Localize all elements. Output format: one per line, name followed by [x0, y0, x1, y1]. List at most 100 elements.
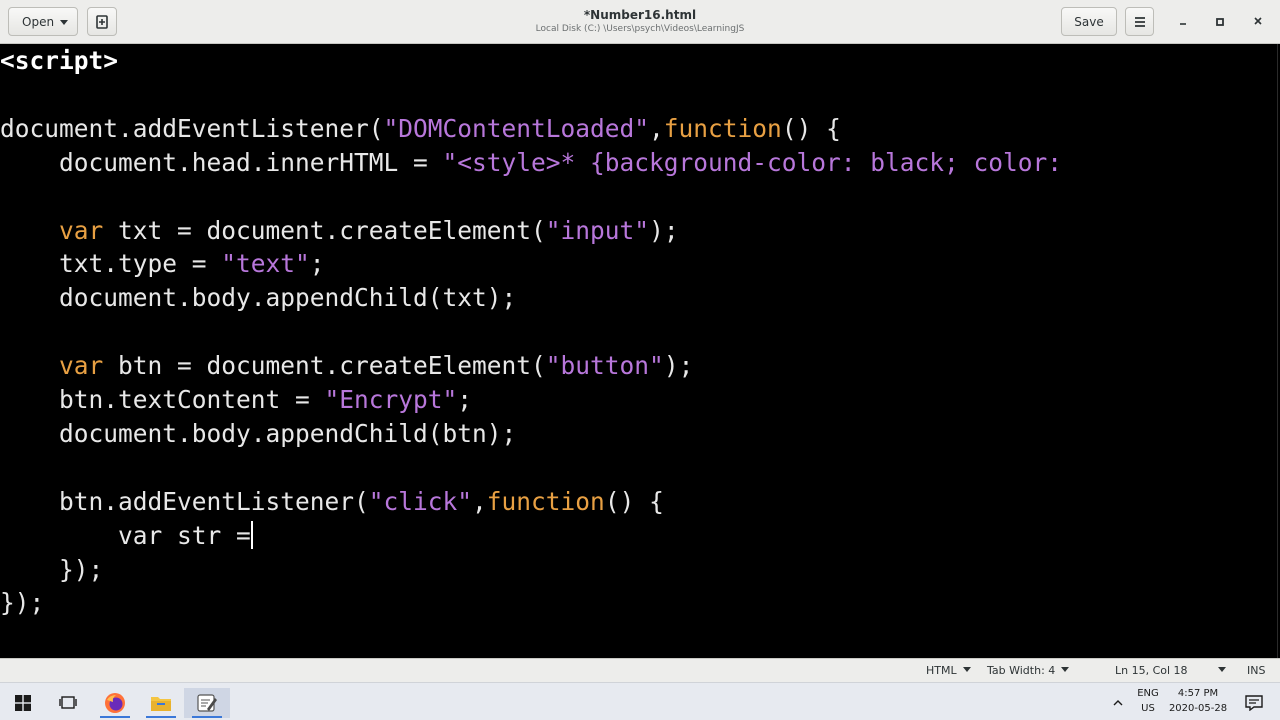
code-line[interactable]: });	[0, 553, 103, 587]
code-line[interactable]: <script>	[0, 44, 118, 78]
language-label: HTML	[926, 664, 957, 677]
code-token: function	[663, 113, 782, 143]
cursor-position[interactable]: Ln 15, Col 18	[1115, 663, 1188, 679]
tab-width-label: Tab Width: 4	[987, 664, 1056, 677]
code-token: btn = document.createElement(	[103, 351, 546, 381]
code-token: ,	[649, 113, 664, 143]
running-indicator	[100, 716, 130, 718]
code-token: () {	[781, 113, 841, 143]
code-line[interactable]: txt.type = "text";	[0, 247, 325, 281]
header-bar: Open *Number16.html Local Disk (C:) \Use…	[0, 0, 1280, 44]
code-token: var	[59, 351, 104, 381]
taskbar-text-editor[interactable]	[184, 688, 230, 718]
code-line[interactable]: });	[0, 586, 44, 620]
maximize-button[interactable]	[1212, 14, 1228, 30]
position-dropdown[interactable]	[1212, 663, 1226, 679]
code-line[interactable]: btn.addEventListener("click",function() …	[0, 485, 664, 519]
taskbar-firefox[interactable]	[92, 688, 138, 718]
code-token: "click"	[368, 486, 473, 516]
code-token: "<style>* {background-color: black; colo…	[442, 147, 1063, 177]
code-token: ;	[457, 385, 473, 414]
code-token: () {	[604, 486, 664, 516]
document-path: Local Disk (C:) \Users\psych\Videos\Lear…	[535, 24, 745, 34]
open-button-label: Open	[22, 14, 55, 29]
code-token: ,	[472, 486, 487, 516]
task-view-icon	[59, 696, 77, 709]
firefox-icon	[105, 693, 125, 713]
code-editor[interactable]: <script> document.addEventListener("DOMCo…	[0, 44, 1280, 658]
taskbar-file-explorer[interactable]	[138, 688, 184, 718]
code-line[interactable]: document.body.appendChild(btn);	[0, 417, 516, 451]
code-line[interactable]: document.body.appendChild(txt);	[0, 281, 516, 315]
chevron-down-icon	[1218, 667, 1226, 672]
windows-start-icon	[15, 695, 31, 711]
close-icon	[1254, 17, 1262, 25]
open-button[interactable]: Open	[8, 7, 78, 36]
code-token: "text"	[221, 249, 310, 279]
code-line[interactable]: document.head.innerHTML = "<style>* {bac…	[0, 146, 1062, 180]
code-token: txt.type =	[0, 249, 222, 279]
input-language[interactable]: ENG US	[1132, 686, 1164, 716]
hamburger-menu-icon	[1134, 16, 1145, 27]
running-indicator	[146, 716, 176, 718]
chevron-down-icon	[962, 667, 971, 672]
code-token: document.body.appendChild(btn);	[0, 418, 517, 448]
input-language-bottom: US	[1141, 703, 1155, 714]
code-token: <script>	[0, 46, 119, 75]
code-token: );	[663, 351, 694, 381]
code-token: ;	[309, 249, 325, 279]
code-token: );	[649, 215, 679, 245]
code-token: "Encrypt"	[324, 385, 458, 414]
taskbar: ENG US 4:57 PM 2020-05-28	[0, 682, 1280, 720]
code-token: btn.textContent =	[0, 385, 325, 414]
code-line[interactable]: var txt = document.createElement("input"…	[0, 214, 679, 248]
clock[interactable]: 4:57 PM 2020-05-28	[1164, 686, 1232, 716]
code-token: "input"	[545, 215, 650, 245]
running-indicator	[192, 716, 222, 718]
code-token: document.head.innerHTML =	[0, 147, 443, 177]
code-token: var str =	[0, 520, 251, 550]
new-document-button[interactable]	[87, 7, 117, 36]
chevron-down-icon	[60, 20, 68, 25]
file-explorer-icon	[151, 697, 171, 711]
code-line[interactable]: document.addEventListener("DOMContentLoa…	[0, 112, 841, 146]
chevron-down-icon	[1061, 667, 1070, 672]
clock-date: 2020-05-28	[1168, 703, 1228, 714]
close-button[interactable]	[1250, 14, 1266, 30]
minimize-icon	[1180, 23, 1186, 25]
code-token: txt = document.createElement(	[103, 215, 546, 245]
clock-time: 4:57 PM	[1177, 688, 1219, 699]
code-token: var	[59, 215, 104, 245]
chevron-up-icon	[1113, 700, 1123, 706]
editor-scrollbar[interactable]	[1277, 44, 1278, 658]
code-token: "DOMContentLoaded"	[383, 113, 650, 143]
input-language-top: ENG	[1137, 688, 1159, 699]
code-line[interactable]: btn.textContent = "Encrypt";	[0, 383, 472, 417]
save-button[interactable]: Save	[1061, 7, 1117, 36]
window-title-area: *Number16.html Local Disk (C:) \Users\ps…	[440, 8, 840, 36]
start-button[interactable]	[0, 688, 46, 718]
status-bar: HTML Tab Width: 4 Ln 15, Col 18 INS	[0, 658, 1280, 682]
code-token: });	[0, 588, 45, 618]
cursor-position-label: Ln 15, Col 18	[1115, 664, 1188, 677]
text-cursor	[250, 520, 253, 549]
code-token: document.addEventListener(	[0, 113, 384, 143]
task-view-button[interactable]	[45, 688, 91, 718]
maximize-icon	[1216, 18, 1224, 26]
notifications-button[interactable]	[1234, 688, 1274, 718]
new-tab-icon	[96, 14, 108, 29]
document-title: *Number16.html	[583, 8, 697, 22]
code-token: });	[0, 554, 104, 584]
code-token: document.body.appendChild(txt);	[0, 283, 517, 313]
code-token: function	[486, 486, 605, 516]
code-token: btn.addEventListener(	[0, 486, 369, 516]
insert-mode: INS	[1247, 664, 1266, 677]
language-selector[interactable]: HTML	[926, 663, 971, 679]
tab-width-selector[interactable]: Tab Width: 4	[987, 663, 1070, 679]
code-line[interactable]: var str =	[0, 519, 253, 553]
code-line[interactable]: var btn = document.createElement("button…	[0, 349, 693, 383]
menu-button[interactable]	[1125, 7, 1154, 36]
minimize-button[interactable]	[1175, 14, 1191, 30]
